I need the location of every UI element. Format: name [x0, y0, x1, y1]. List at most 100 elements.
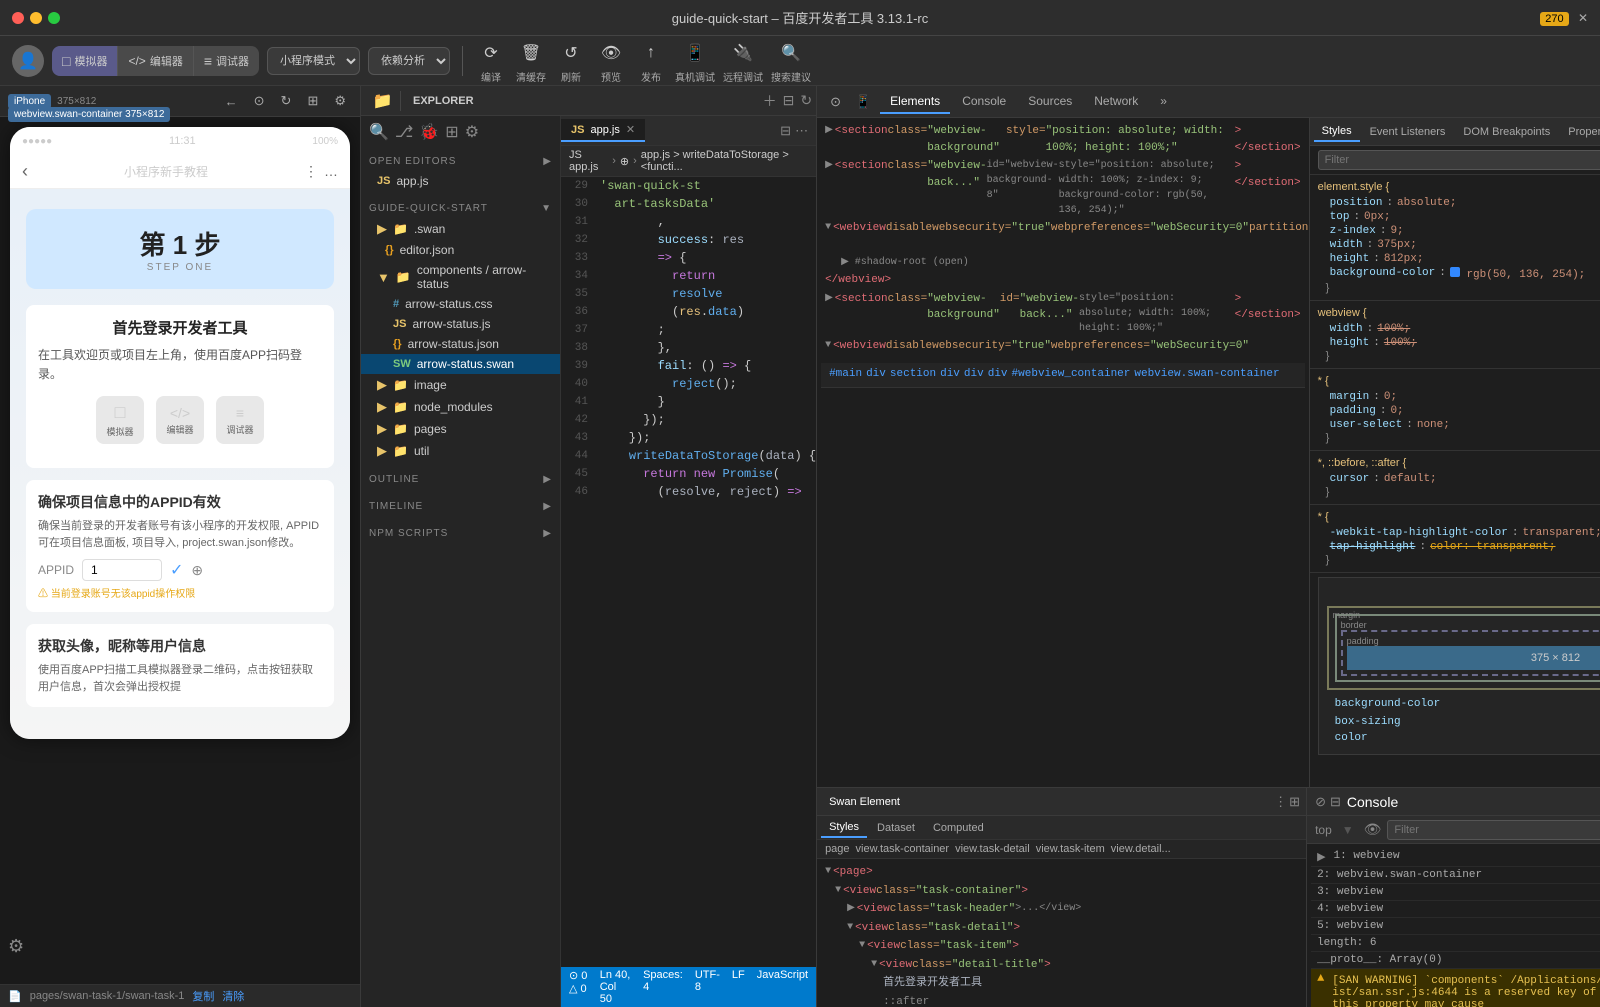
swan-line-detail-title[interactable]: ▼ <view class="detail-title" > — [821, 956, 1302, 975]
nav-back-button[interactable]: ‹ — [22, 161, 28, 182]
explorer-debug-icon[interactable]: 🐞 — [419, 122, 439, 142]
bc-section[interactable]: section — [890, 366, 936, 384]
publish-button[interactable]: ↑ 发布 — [635, 37, 667, 84]
devtools-inspect-btn[interactable]: ⊙ — [825, 91, 846, 113]
expand-webview2[interactable]: ▼ — [825, 338, 831, 353]
console-clear-icon[interactable]: ⊘ — [1315, 794, 1326, 810]
folder-pages[interactable]: ▶ 📁 pages — [361, 418, 560, 440]
html-line-section1[interactable]: ▶ <section class="webview-background" st… — [821, 122, 1305, 157]
eye-icon[interactable]: 👁 — [1364, 821, 1382, 838]
expand-swan-taskdetail[interactable]: ▼ — [847, 920, 853, 935]
open-editors-header[interactable]: OPEN EDITORS ▶ — [361, 152, 560, 171]
stop-btn[interactable]: 清除 — [222, 988, 244, 1004]
split-editor-icon[interactable]: ⊟ — [780, 123, 791, 139]
folder-node-modules[interactable]: ▶ 📁 node_modules — [361, 396, 560, 418]
explorer-search-icon[interactable]: 🔍 — [369, 122, 389, 142]
device-screen[interactable]: ●●●●● 11:31 100% ‹ 小程序新手教程 ⋮ … — [0, 117, 360, 984]
html-shadow-root[interactable]: ▶ #shadow-root (open) — [821, 254, 1305, 271]
sim-home-btn[interactable]: ⊙ — [248, 90, 271, 112]
html-webview2[interactable]: ▼ <webview disablewebsecurity="true" web… — [821, 337, 1305, 356]
devtools-tab-network[interactable]: Network — [1084, 90, 1148, 114]
folder-components[interactable]: ▼ 📁 components / arrow-status — [361, 260, 560, 294]
expand-section3[interactable]: ▶ — [825, 291, 833, 306]
styles-subtab-props[interactable]: Properties — [1560, 123, 1600, 141]
close-icon[interactable]: ✕ — [1578, 11, 1588, 25]
bc-div2[interactable]: div — [940, 366, 960, 384]
folder-image[interactable]: ▶ 📁 image — [361, 374, 560, 396]
nav-more-icon[interactable]: … — [324, 163, 338, 180]
styles-panel[interactable]: element.style { position : absolute; top… — [1310, 175, 1600, 787]
refresh-button[interactable]: ↺ 刷新 — [555, 37, 587, 84]
swan-bc-detail[interactable]: view.task-detail — [955, 843, 1030, 855]
expand-section2[interactable]: ▶ — [825, 158, 833, 173]
appid-input[interactable] — [82, 559, 162, 581]
expand-section1[interactable]: ▶ — [825, 123, 833, 138]
collapse-icon[interactable]: ⊟ — [783, 92, 795, 109]
explorer-icon-area[interactable]: 📁 — [365, 91, 401, 111]
close-button[interactable] — [12, 12, 24, 24]
active-file-tab[interactable]: JS app.js ✕ — [561, 119, 645, 142]
minimize-button[interactable] — [30, 12, 42, 24]
console-filter-icon[interactable]: ⊟ — [1330, 794, 1341, 810]
elements-tree[interactable]: ▶ <section class="webview-background" st… — [817, 118, 1310, 787]
file-arrow-swan[interactable]: SW arrow-status.swan — [361, 354, 560, 374]
simulator-mode-button[interactable]: □ 模拟器 — [52, 46, 118, 76]
debugger-mode-button[interactable]: ≡ 调试器 — [194, 46, 259, 76]
real-debug-button[interactable]: 📱 真机调试 — [675, 37, 715, 84]
mode-select[interactable]: 小程序模式 — [267, 47, 360, 75]
sim-zoom-btn[interactable]: ⊞ — [301, 90, 324, 112]
swan-tab-computed[interactable]: Computed — [925, 819, 992, 837]
swan-line-page[interactable]: ▼ <page> — [821, 863, 1302, 882]
html-section3[interactable]: ▶ <section class="webview-background" id… — [821, 290, 1305, 337]
file-editor-json[interactable]: {} editor.json — [361, 240, 560, 260]
more-editor-icon[interactable]: ⋯ — [795, 123, 808, 139]
swan-line-taskitem[interactable]: ▼ <view class="task-item" > — [821, 937, 1302, 956]
console-filter-input[interactable] — [1387, 820, 1600, 840]
appid-check-icon[interactable]: ✓ — [170, 560, 183, 580]
code-editor[interactable]: 29 'swan-quick-st 30 art-tasksData' 31 ,… — [561, 177, 816, 967]
swan-tab-dataset[interactable]: Dataset — [869, 819, 923, 837]
styles-subtab-styles[interactable]: Styles — [1314, 122, 1360, 142]
expand-swan-dtitle[interactable]: ▼ — [871, 957, 877, 972]
html-line-webview1[interactable]: ▼ <webview disablewebsecurity="true" web… — [821, 219, 1305, 254]
bc-div3[interactable]: div — [964, 366, 984, 384]
copy-btn[interactable]: 复制 — [192, 988, 214, 1004]
swan-line-dtitle-text[interactable]: 首先登录开发者工具 — [821, 974, 1302, 993]
devtools-tab-console[interactable]: Console — [952, 90, 1016, 114]
appid-refresh-icon[interactable]: ⊕ — [191, 562, 203, 579]
swan-bc-container[interactable]: view.task-container — [856, 843, 950, 855]
styles-subtab-event[interactable]: Event Listeners — [1362, 123, 1454, 141]
console-output[interactable]: ▶ 1: webview 2: webview.swan-container 3… — [1307, 844, 1600, 1007]
npm-scripts-header[interactable]: NPM SCRIPTS ▶ — [361, 524, 560, 543]
nav-menu-icon[interactable]: ⋮ — [304, 163, 318, 180]
swan-line-container[interactable]: ▼ <view class="task-container" > — [821, 882, 1302, 901]
cache-button[interactable]: 🗑 清缓存 — [515, 37, 547, 84]
expand-swan-page[interactable]: ▼ — [825, 864, 831, 879]
file-arrow-css[interactable]: # arrow-status.css — [361, 294, 560, 314]
explorer-git-icon[interactable]: ⎇ — [395, 122, 413, 142]
styles-filter-input[interactable] — [1318, 150, 1600, 170]
close-file-icon[interactable]: ✕ — [626, 123, 635, 136]
editor-mode-button[interactable]: </> 编辑器 — [118, 46, 193, 76]
swan-line-task-detail[interactable]: ▼ <view class="task-detail" > — [821, 919, 1302, 938]
guide-header[interactable]: GUIDE-QUICK-START ▼ — [361, 199, 560, 218]
folder-swan[interactable]: ▶ 📁 .swan — [361, 218, 560, 240]
sim-back-btn[interactable]: ← — [219, 90, 244, 112]
swan-tab-styles[interactable]: Styles — [821, 818, 867, 838]
compile-button[interactable]: ⟳ 编译 — [475, 37, 507, 84]
sim-rotate-btn[interactable]: ↻ — [275, 90, 298, 112]
sim-settings-btn[interactable]: ⚙ — [328, 90, 352, 112]
dep-select[interactable]: 依赖分析 — [368, 47, 450, 75]
folder-util[interactable]: ▶ 📁 util — [361, 440, 560, 462]
swan-panel-expand[interactable]: ⊞ — [1289, 794, 1300, 810]
expand-swan-header[interactable]: ▶ — [847, 901, 855, 916]
open-file-appjs[interactable]: JS app.js — [361, 171, 560, 191]
expand-swan-taskitem[interactable]: ▼ — [859, 938, 865, 953]
expand-icon-1[interactable]: ▶ — [1317, 850, 1325, 864]
devtools-tab-more[interactable]: » — [1150, 90, 1177, 114]
explorer-ext-icon[interactable]: ⊞ — [445, 122, 458, 142]
swan-bc-more[interactable]: view.detail... — [1111, 843, 1171, 855]
bc-div1[interactable]: div — [866, 366, 886, 384]
devtools-tab-elements[interactable]: Elements — [880, 90, 950, 114]
swan-panel-more[interactable]: ⋮ — [1274, 794, 1287, 810]
